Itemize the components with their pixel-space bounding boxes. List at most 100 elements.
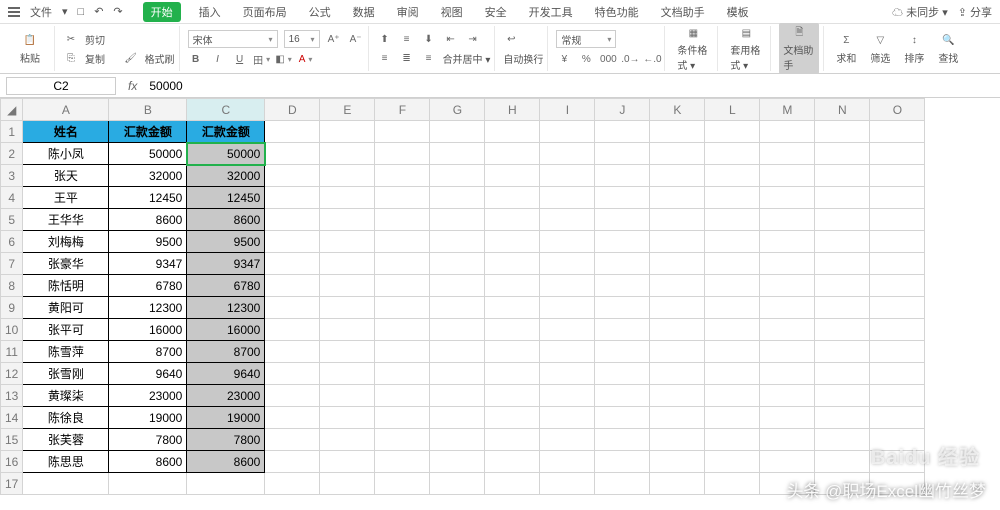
cell-F10[interactable] xyxy=(375,319,430,341)
cell-O4[interactable] xyxy=(870,187,925,209)
file-dropdown-icon[interactable]: ▾ xyxy=(62,5,68,18)
col-header-K[interactable]: K xyxy=(650,99,705,121)
cell-K2[interactable] xyxy=(650,143,705,165)
cell-N15[interactable] xyxy=(815,429,870,451)
cell-I2[interactable] xyxy=(540,143,595,165)
cell-E11[interactable] xyxy=(320,341,375,363)
cell-J3[interactable] xyxy=(595,165,650,187)
cell-J15[interactable] xyxy=(595,429,650,451)
cell-L17[interactable] xyxy=(705,473,760,495)
cell-H2[interactable] xyxy=(485,143,540,165)
cell-O11[interactable] xyxy=(870,341,925,363)
cell-H6[interactable] xyxy=(485,231,540,253)
col-header-C[interactable]: C xyxy=(187,99,265,121)
dec-inc-icon[interactable]: .0→ xyxy=(622,51,638,67)
cell-K16[interactable] xyxy=(650,451,705,473)
cell-M9[interactable] xyxy=(760,297,815,319)
cell-C9[interactable]: 12300 xyxy=(187,297,265,319)
cell-J5[interactable] xyxy=(595,209,650,231)
cell-L7[interactable] xyxy=(705,253,760,275)
cell-D15[interactable] xyxy=(265,429,320,451)
cell-B3[interactable]: 32000 xyxy=(109,165,187,187)
merge-button[interactable]: 合并居中 ▾ xyxy=(443,51,491,66)
cell-B8[interactable]: 6780 xyxy=(109,275,187,297)
col-header-E[interactable]: E xyxy=(320,99,375,121)
format-painter-button[interactable]: 格式刷 xyxy=(145,51,175,66)
cell-L12[interactable] xyxy=(705,363,760,385)
cell-E6[interactable] xyxy=(320,231,375,253)
cell-F8[interactable] xyxy=(375,275,430,297)
cell-A1[interactable]: 姓名 xyxy=(23,121,109,143)
cell-D16[interactable] xyxy=(265,451,320,473)
cell-F5[interactable] xyxy=(375,209,430,231)
col-header-O[interactable]: O xyxy=(870,99,925,121)
cell-F12[interactable] xyxy=(375,363,430,385)
cell-K6[interactable] xyxy=(650,231,705,253)
cell-B9[interactable]: 12300 xyxy=(109,297,187,319)
cell-M16[interactable] xyxy=(760,451,815,473)
cell-L4[interactable] xyxy=(705,187,760,209)
row-header-16[interactable]: 16 xyxy=(1,451,23,473)
cell-G6[interactable] xyxy=(430,231,485,253)
cell-F17[interactable] xyxy=(375,473,430,495)
cell-F9[interactable] xyxy=(375,297,430,319)
cell-E15[interactable] xyxy=(320,429,375,451)
cond-format-button[interactable]: ▦条件格式 ▾ xyxy=(673,23,713,74)
cell-D3[interactable] xyxy=(265,165,320,187)
cell-D5[interactable] xyxy=(265,209,320,231)
cell-E10[interactable] xyxy=(320,319,375,341)
cell-O3[interactable] xyxy=(870,165,925,187)
col-header-B[interactable]: B xyxy=(109,99,187,121)
cell-C10[interactable]: 16000 xyxy=(187,319,265,341)
cell-H17[interactable] xyxy=(485,473,540,495)
cell-J13[interactable] xyxy=(595,385,650,407)
cell-N2[interactable] xyxy=(815,143,870,165)
cell-C4[interactable]: 12450 xyxy=(187,187,265,209)
underline-icon[interactable]: U xyxy=(232,51,248,67)
cell-F11[interactable] xyxy=(375,341,430,363)
cell-L5[interactable] xyxy=(705,209,760,231)
cell-L16[interactable] xyxy=(705,451,760,473)
cell-K12[interactable] xyxy=(650,363,705,385)
cell-E12[interactable] xyxy=(320,363,375,385)
cell-K15[interactable] xyxy=(650,429,705,451)
cell-E2[interactable] xyxy=(320,143,375,165)
col-header-G[interactable]: G xyxy=(430,99,485,121)
cell-H4[interactable] xyxy=(485,187,540,209)
cell-N11[interactable] xyxy=(815,341,870,363)
increase-font-icon[interactable]: A⁺ xyxy=(326,31,342,47)
row-header-1[interactable]: 1 xyxy=(1,121,23,143)
cell-C8[interactable]: 6780 xyxy=(187,275,265,297)
row-header-11[interactable]: 11 xyxy=(1,341,23,363)
align-center-icon[interactable]: ≣ xyxy=(399,50,415,66)
indent-dec-icon[interactable]: ⇤ xyxy=(443,31,459,47)
cell-B1[interactable]: 汇款金额 xyxy=(109,121,187,143)
doc-helper-button[interactable]: 🗎文档助手 xyxy=(779,23,819,74)
cell-F2[interactable] xyxy=(375,143,430,165)
cell-M10[interactable] xyxy=(760,319,815,341)
share-button[interactable]: ⇪ 分享 xyxy=(958,4,992,20)
cell-E14[interactable] xyxy=(320,407,375,429)
cell-F3[interactable] xyxy=(375,165,430,187)
percent-icon[interactable]: % xyxy=(578,51,594,67)
cell-E16[interactable] xyxy=(320,451,375,473)
row-header-9[interactable]: 9 xyxy=(1,297,23,319)
cell-J12[interactable] xyxy=(595,363,650,385)
cell-K4[interactable] xyxy=(650,187,705,209)
row-header-14[interactable]: 14 xyxy=(1,407,23,429)
cell-C3[interactable]: 32000 xyxy=(187,165,265,187)
cell-G9[interactable] xyxy=(430,297,485,319)
cell-J6[interactable] xyxy=(595,231,650,253)
cell-G1[interactable] xyxy=(430,121,485,143)
cell-B14[interactable]: 19000 xyxy=(109,407,187,429)
row-header-17[interactable]: 17 xyxy=(1,473,23,495)
cell-K11[interactable] xyxy=(650,341,705,363)
cell-E17[interactable] xyxy=(320,473,375,495)
paste-button[interactable]: 📋 粘贴 xyxy=(10,31,50,67)
cell-I15[interactable] xyxy=(540,429,595,451)
cell-I10[interactable] xyxy=(540,319,595,341)
cell-E13[interactable] xyxy=(320,385,375,407)
col-header-A[interactable]: A xyxy=(23,99,109,121)
cell-B17[interactable] xyxy=(109,473,187,495)
cell-F16[interactable] xyxy=(375,451,430,473)
